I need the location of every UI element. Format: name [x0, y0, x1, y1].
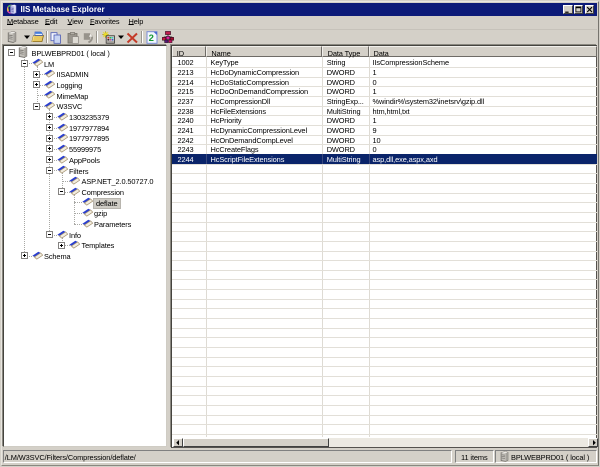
svg-text:2: 2 [148, 33, 153, 44]
